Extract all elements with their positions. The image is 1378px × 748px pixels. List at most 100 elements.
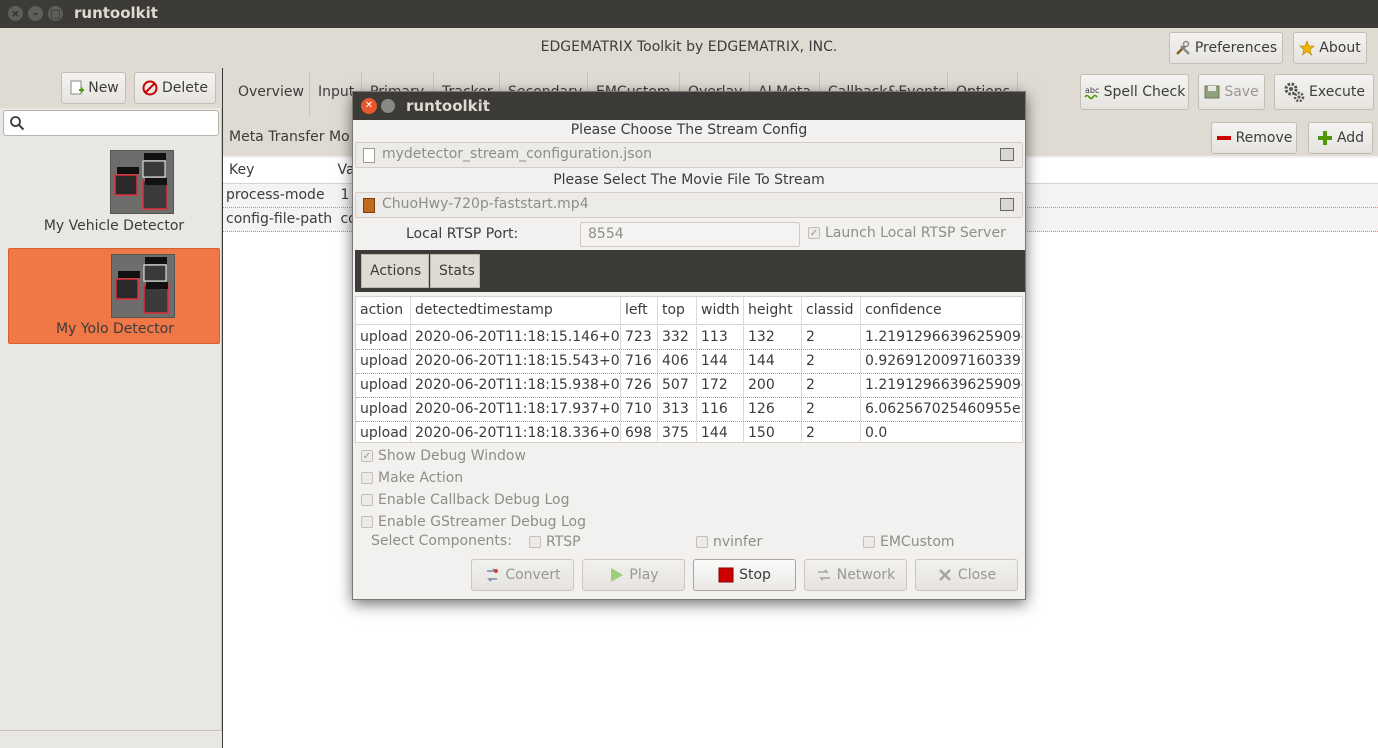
open-file-icon[interactable] [1000, 198, 1014, 211]
component-nvinfer-checkbox[interactable]: nvinfer [696, 534, 762, 550]
col-classid[interactable]: classid [802, 297, 861, 324]
add-icon [1317, 130, 1333, 146]
col-action[interactable]: action [356, 297, 411, 324]
movie-file: ChuoHwy-720p-faststart.mp4 [382, 196, 589, 212]
select-components-label: Select Components: [371, 533, 512, 549]
network-button[interactable]: Network [804, 559, 907, 591]
cell: 2 [802, 350, 861, 373]
table-row[interactable]: upload 2020-06-20T11:18:18.336+0900 698 … [356, 422, 1022, 442]
execute-button[interactable]: Execute [1274, 74, 1374, 110]
col-top[interactable]: top [658, 297, 697, 324]
gstreamer-debug-checkbox[interactable]: Enable GStreamer Debug Log [361, 514, 586, 530]
cell: 0.9269120097160339 [865, 353, 1021, 369]
remove-button[interactable]: Remove [1211, 122, 1297, 154]
table-row[interactable]: upload 2020-06-20T11:18:17.937+0900 710 … [356, 398, 1022, 422]
sidebar-footer [0, 730, 222, 748]
kv-header-key: Key [229, 162, 255, 178]
dialog-close-icon[interactable]: ✕ [361, 98, 377, 114]
make-action-checkbox[interactable]: Make Action [361, 470, 463, 486]
callback-debug-checkbox[interactable]: Enable Callback Debug Log [361, 492, 570, 508]
checkbox-checked-icon: ✓ [808, 227, 820, 239]
checkbox-icon [696, 536, 708, 548]
delete-button[interactable]: Delete [134, 72, 216, 104]
play-icon [608, 567, 624, 583]
dialog-minimize-icon[interactable] [381, 99, 395, 113]
col-detectedtimestamp[interactable]: detectedtimestamp [411, 297, 621, 324]
cell: 200 [744, 374, 802, 397]
table-row[interactable]: upload 2020-06-20T11:18:15.146+0900 723 … [356, 326, 1022, 350]
cell: 1.2191296639625909e-4 [865, 329, 1022, 345]
table-row[interactable]: upload 2020-06-20T11:18:15.938+0900 726 … [356, 374, 1022, 398]
search-icon [9, 115, 25, 131]
save-button[interactable]: Save [1198, 74, 1265, 110]
component-nvinfer-label: nvinfer [713, 534, 763, 550]
search-input[interactable] [3, 110, 219, 136]
component-rtsp-checkbox[interactable]: RTSP [529, 534, 581, 550]
cell: 144 [697, 422, 744, 442]
cell: 332 [658, 326, 697, 349]
save-label: Save [1224, 84, 1259, 100]
preferences-button[interactable]: Preferences [1169, 32, 1283, 64]
close-label: Close [957, 567, 997, 583]
window-titlebar: × – □ runtoolkit [0, 0, 1378, 28]
preferences-label: Preferences [1194, 40, 1278, 56]
detector-sidebar: New Delete My Vehicle Detector My Yolo D… [0, 68, 222, 748]
about-label: About [1319, 40, 1361, 56]
tab-overview[interactable]: Overview [230, 72, 310, 116]
convert-icon [484, 567, 500, 583]
cell: 2 [802, 326, 861, 349]
spell-check-button[interactable]: abc Spell Check [1080, 74, 1189, 110]
run-dialog: ✕ runtoolkit Please Choose The Stream Co… [352, 91, 1026, 600]
cell: 172 [697, 374, 744, 397]
col-confidence[interactable]: confidence [861, 297, 1022, 324]
launch-rtsp-checkbox[interactable]: ✓ Launch Local RTSP Server [808, 225, 1006, 241]
add-button[interactable]: Add [1308, 122, 1373, 154]
stream-config-heading: Please Choose The Stream Config [570, 122, 808, 138]
cell: upload [356, 398, 411, 421]
cell: upload [356, 350, 411, 373]
cell: 2020-06-20T11:18:15.938+0900 [411, 374, 621, 397]
cell: 2 [802, 374, 861, 397]
tools-icon [1175, 40, 1191, 56]
movie-file-chooser[interactable]: ChuoHwy-720p-faststart.mp4 [355, 192, 1023, 218]
maximize-window-button[interactable]: □ [48, 6, 63, 21]
show-debug-checkbox[interactable]: ✓ Show Debug Window [361, 448, 526, 464]
close-button[interactable]: Close [915, 559, 1018, 591]
checkbox-icon [361, 494, 373, 506]
about-button[interactable]: About [1293, 32, 1367, 64]
minimize-window-button[interactable]: – [28, 6, 43, 21]
detector-item-selected[interactable]: My Yolo Detector [8, 248, 220, 344]
delete-label: Delete [162, 80, 208, 96]
play-button[interactable]: Play [582, 559, 685, 591]
component-rtsp-label: RTSP [546, 534, 581, 550]
component-emcustom-checkbox[interactable]: EMCustom [863, 534, 955, 550]
col-width[interactable]: width [697, 297, 744, 324]
open-file-icon[interactable] [1000, 148, 1014, 161]
cell: 723 [621, 326, 658, 349]
detector-thumbnail [110, 150, 174, 214]
cell: 2020-06-20T11:18:15.543+0900 [411, 350, 621, 373]
tab-actions[interactable]: Actions [361, 254, 429, 288]
stop-button[interactable]: Stop [693, 559, 796, 591]
stream-config-chooser[interactable]: mydetector_stream_configuration.json [355, 142, 1023, 168]
gears-icon [1283, 81, 1305, 103]
rtsp-port-input[interactable]: 8554 [580, 222, 800, 247]
table-row[interactable]: upload 2020-06-20T11:18:15.543+0900 716 … [356, 350, 1022, 374]
dialog-subtabs: Actions Stats [355, 250, 1025, 292]
convert-button[interactable]: Convert [471, 559, 574, 591]
spell-check-label: Spell Check [1103, 84, 1186, 100]
cell: 2020-06-20T11:18:18.336+0900 [411, 422, 621, 442]
cell: 375 [658, 422, 697, 442]
new-button[interactable]: New [61, 72, 126, 104]
stop-icon [718, 567, 734, 583]
cell: 2020-06-20T11:18:15.146+0900 [411, 326, 621, 349]
close-window-button[interactable]: × [8, 6, 23, 21]
col-height[interactable]: height [744, 297, 802, 324]
gstreamer-debug-label: Enable GStreamer Debug Log [378, 514, 586, 530]
tab-stats[interactable]: Stats [430, 254, 480, 288]
detector-item[interactable]: My Vehicle Detector [8, 150, 220, 246]
new-label: New [88, 80, 119, 96]
svg-text:abc: abc [1085, 86, 1099, 95]
save-icon [1204, 84, 1220, 100]
col-left[interactable]: left [621, 297, 658, 324]
